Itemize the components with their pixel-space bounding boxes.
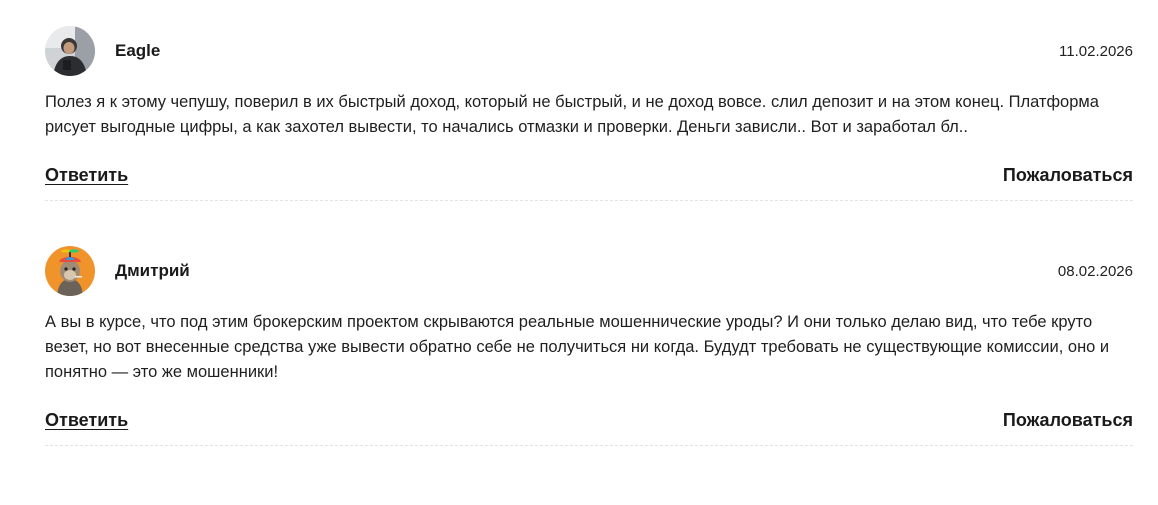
comments-list: Eagle 11.02.2026 Полез я к этому чепушу,… bbox=[45, 0, 1133, 446]
comment-header: Дмитрий 08.02.2026 bbox=[45, 246, 1133, 296]
user-photo-avatar bbox=[45, 26, 95, 76]
user-photo-icon bbox=[45, 26, 95, 76]
comment-date: 08.02.2026 bbox=[1057, 262, 1133, 280]
comment-author: Дмитрий bbox=[115, 261, 190, 280]
comment-author: Eagle bbox=[115, 41, 161, 60]
comment-header: Eagle 11.02.2026 bbox=[45, 26, 1133, 76]
comment-text: А вы в курсе, что под этим брокерским пр… bbox=[45, 313, 1110, 381]
comment-date: 11.02.2026 bbox=[1059, 42, 1133, 60]
comment-text: Полез я к этому чепушу, поверил в их быс… bbox=[45, 93, 1099, 136]
comment-actions: Ответить Пожаловаться bbox=[45, 165, 1133, 200]
comment-actions: Ответить Пожаловаться bbox=[45, 410, 1133, 445]
comment-item: Eagle 11.02.2026 Полез я к этому чепушу,… bbox=[45, 26, 1133, 201]
reply-link[interactable]: Ответить bbox=[45, 410, 128, 431]
reply-link[interactable]: Ответить bbox=[45, 165, 128, 186]
cartoon-ape-icon bbox=[45, 246, 95, 296]
cartoon-ape-avatar bbox=[45, 246, 95, 296]
report-link[interactable]: Пожаловаться bbox=[1003, 410, 1133, 431]
report-link[interactable]: Пожаловаться bbox=[1003, 165, 1133, 186]
comment-item: Дмитрий 08.02.2026 А вы в курсе, что под… bbox=[45, 246, 1133, 446]
